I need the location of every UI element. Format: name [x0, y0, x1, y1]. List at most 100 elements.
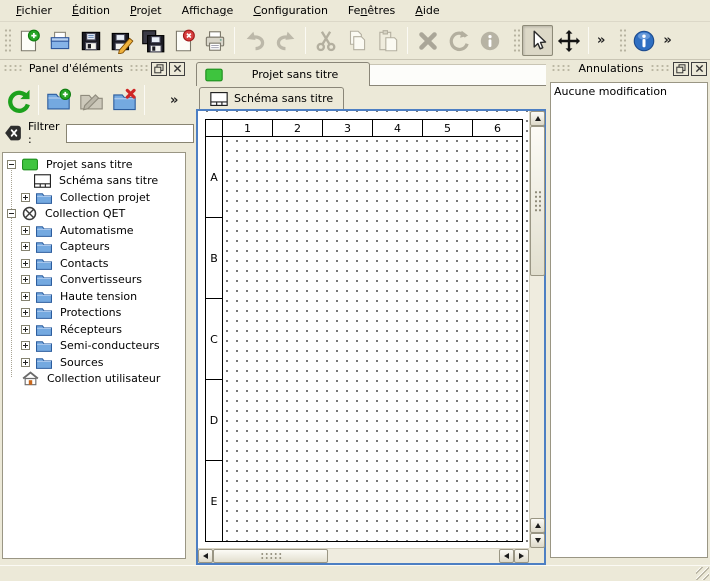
dock-float-button[interactable]: [151, 62, 167, 76]
menu-fenetres[interactable]: Fenêtres: [338, 1, 405, 20]
expand-toggle-icon[interactable]: [21, 341, 30, 350]
new-document-icon: [16, 28, 42, 54]
panel-overflow-chevron[interactable]: »: [166, 93, 182, 108]
filter-input[interactable]: [66, 124, 194, 143]
horizontal-scroll-thumb[interactable]: [213, 549, 328, 563]
expand-toggle-icon[interactable]: [21, 308, 30, 317]
undo-history-list[interactable]: Aucune modification: [550, 82, 708, 558]
element-infos-button[interactable]: [474, 25, 505, 56]
tree-item-collection-projet[interactable]: Collection projet: [3, 189, 185, 206]
tree-item-haute-tension[interactable]: Haute tension: [3, 288, 185, 305]
dock-close-button[interactable]: [691, 62, 707, 76]
move-mode-button[interactable]: [553, 25, 584, 56]
elements-panel-titlebar[interactable]: Panel d'éléments: [0, 60, 188, 77]
save-all-button[interactable]: [137, 25, 168, 56]
tab-schema-sans-titre[interactable]: Schéma sans titre: [199, 87, 344, 109]
about-qt-button[interactable]: [628, 25, 659, 56]
annulations-titlebar[interactable]: Annulations: [548, 60, 710, 77]
tree-item-collection-utilisateur[interactable]: Collection utilisateur: [3, 371, 185, 388]
toolbar-drag-handle[interactable]: [619, 28, 626, 54]
collapse-toggle-icon[interactable]: [7, 160, 16, 169]
tree-item-recepteurs[interactable]: Récepteurs: [3, 321, 185, 338]
edit-category-button[interactable]: [75, 84, 108, 117]
scroll-left-button-right[interactable]: [499, 549, 514, 563]
dock-close-button[interactable]: [169, 62, 185, 76]
tree-item-collection-qet[interactable]: Collection QET: [3, 206, 185, 223]
scroll-down-button[interactable]: [530, 533, 545, 548]
delete-category-button[interactable]: [108, 84, 141, 117]
cut-button[interactable]: [310, 25, 341, 56]
copy-button[interactable]: [341, 25, 372, 56]
tree-item-projet[interactable]: Projet sans titre: [3, 156, 185, 173]
diagram-view[interactable]: 1 2 3 4 5 6 A B C D: [196, 109, 546, 565]
menu-projet[interactable]: Projet: [120, 1, 172, 20]
expand-toggle-icon[interactable]: [21, 242, 30, 251]
tree-item-convertisseurs[interactable]: Convertisseurs: [3, 272, 185, 289]
filter-row: Filtrer :: [0, 121, 188, 145]
scroll-right-button[interactable]: [514, 549, 529, 563]
print-button[interactable]: [199, 25, 230, 56]
open-document-button[interactable]: [44, 25, 75, 56]
menu-configuration[interactable]: Configuration: [243, 1, 338, 20]
vertical-scrollbar[interactable]: [529, 111, 544, 548]
close-document-button[interactable]: [168, 25, 199, 56]
expand-toggle-icon[interactable]: [21, 292, 30, 301]
horizontal-scroll-track[interactable]: [328, 549, 499, 563]
menu-aide[interactable]: Aide: [405, 1, 449, 20]
toolbar-overflow-chevron[interactable]: »: [593, 33, 609, 48]
scroll-up-button[interactable]: [530, 111, 545, 126]
expand-toggle-icon[interactable]: [21, 325, 30, 334]
drawing-area[interactable]: [223, 137, 523, 542]
expand-toggle-icon[interactable]: [21, 358, 30, 367]
close-icon: [173, 64, 182, 73]
tree-item-capteurs[interactable]: Capteurs: [3, 239, 185, 256]
tree-item-schema[interactable]: Schéma sans titre: [3, 173, 185, 190]
expand-toggle-icon[interactable]: [21, 275, 30, 284]
new-category-button[interactable]: [42, 84, 75, 117]
undo-button[interactable]: [239, 25, 270, 56]
toolbar-overflow-chevron[interactable]: »: [659, 33, 675, 48]
menu-fichier[interactable]: Fichier: [6, 1, 62, 20]
tab-projet-sans-titre[interactable]: Projet sans titre: [196, 62, 370, 86]
tree-item-automatisme[interactable]: Automatisme: [3, 222, 185, 239]
column-header: 1: [223, 119, 273, 137]
vertical-scroll-thumb[interactable]: [530, 126, 545, 276]
toolbar-drag-handle[interactable]: [513, 28, 520, 54]
tree-item-sources[interactable]: Sources: [3, 354, 185, 371]
expand-toggle-icon[interactable]: [21, 259, 30, 268]
undo-history-item[interactable]: Aucune modification: [551, 83, 707, 100]
tree-item-semi-conducteurs[interactable]: Semi-conducteurs: [3, 338, 185, 355]
save-as-button[interactable]: [106, 25, 137, 56]
select-mode-button[interactable]: [522, 25, 553, 56]
horizontal-scrollbar[interactable]: [198, 548, 529, 563]
reload-collections-button[interactable]: [2, 84, 35, 117]
redo-button[interactable]: [270, 25, 301, 56]
scroll-left-button[interactable]: [198, 549, 213, 563]
scroll-up-button-bottom[interactable]: [530, 518, 545, 533]
cut-icon: [313, 28, 339, 54]
toolbar-drag-handle[interactable]: [4, 28, 11, 54]
rotate-button[interactable]: [443, 25, 474, 56]
restore-icon: [676, 64, 686, 74]
info-gray-icon: [477, 28, 503, 54]
menu-bar: Fichier Édition Projet Affichage Configu…: [0, 0, 710, 22]
vertical-scroll-track[interactable]: [530, 276, 544, 518]
clear-filter-button[interactable]: [4, 124, 22, 142]
expand-toggle-icon[interactable]: [21, 193, 30, 202]
diagram-scene[interactable]: 1 2 3 4 5 6 A B C D: [198, 111, 529, 548]
save-button[interactable]: [75, 25, 106, 56]
paste-button[interactable]: [372, 25, 403, 56]
annulations-title: Annulations: [572, 62, 649, 75]
cursor-arrow-icon: [525, 28, 551, 54]
tree-item-contacts[interactable]: Contacts: [3, 255, 185, 272]
menu-edition[interactable]: Édition: [62, 1, 120, 20]
expand-toggle-icon[interactable]: [21, 226, 30, 235]
delete-button[interactable]: [412, 25, 443, 56]
new-document-button[interactable]: [13, 25, 44, 56]
dock-float-button[interactable]: [673, 62, 689, 76]
collapse-toggle-icon[interactable]: [7, 209, 16, 218]
resize-grip[interactable]: [696, 567, 709, 580]
menu-affichage[interactable]: Affichage: [172, 1, 244, 20]
tree-item-protections[interactable]: Protections: [3, 305, 185, 322]
project-area: Projet sans titre Schéma sans titre 1: [196, 62, 546, 565]
